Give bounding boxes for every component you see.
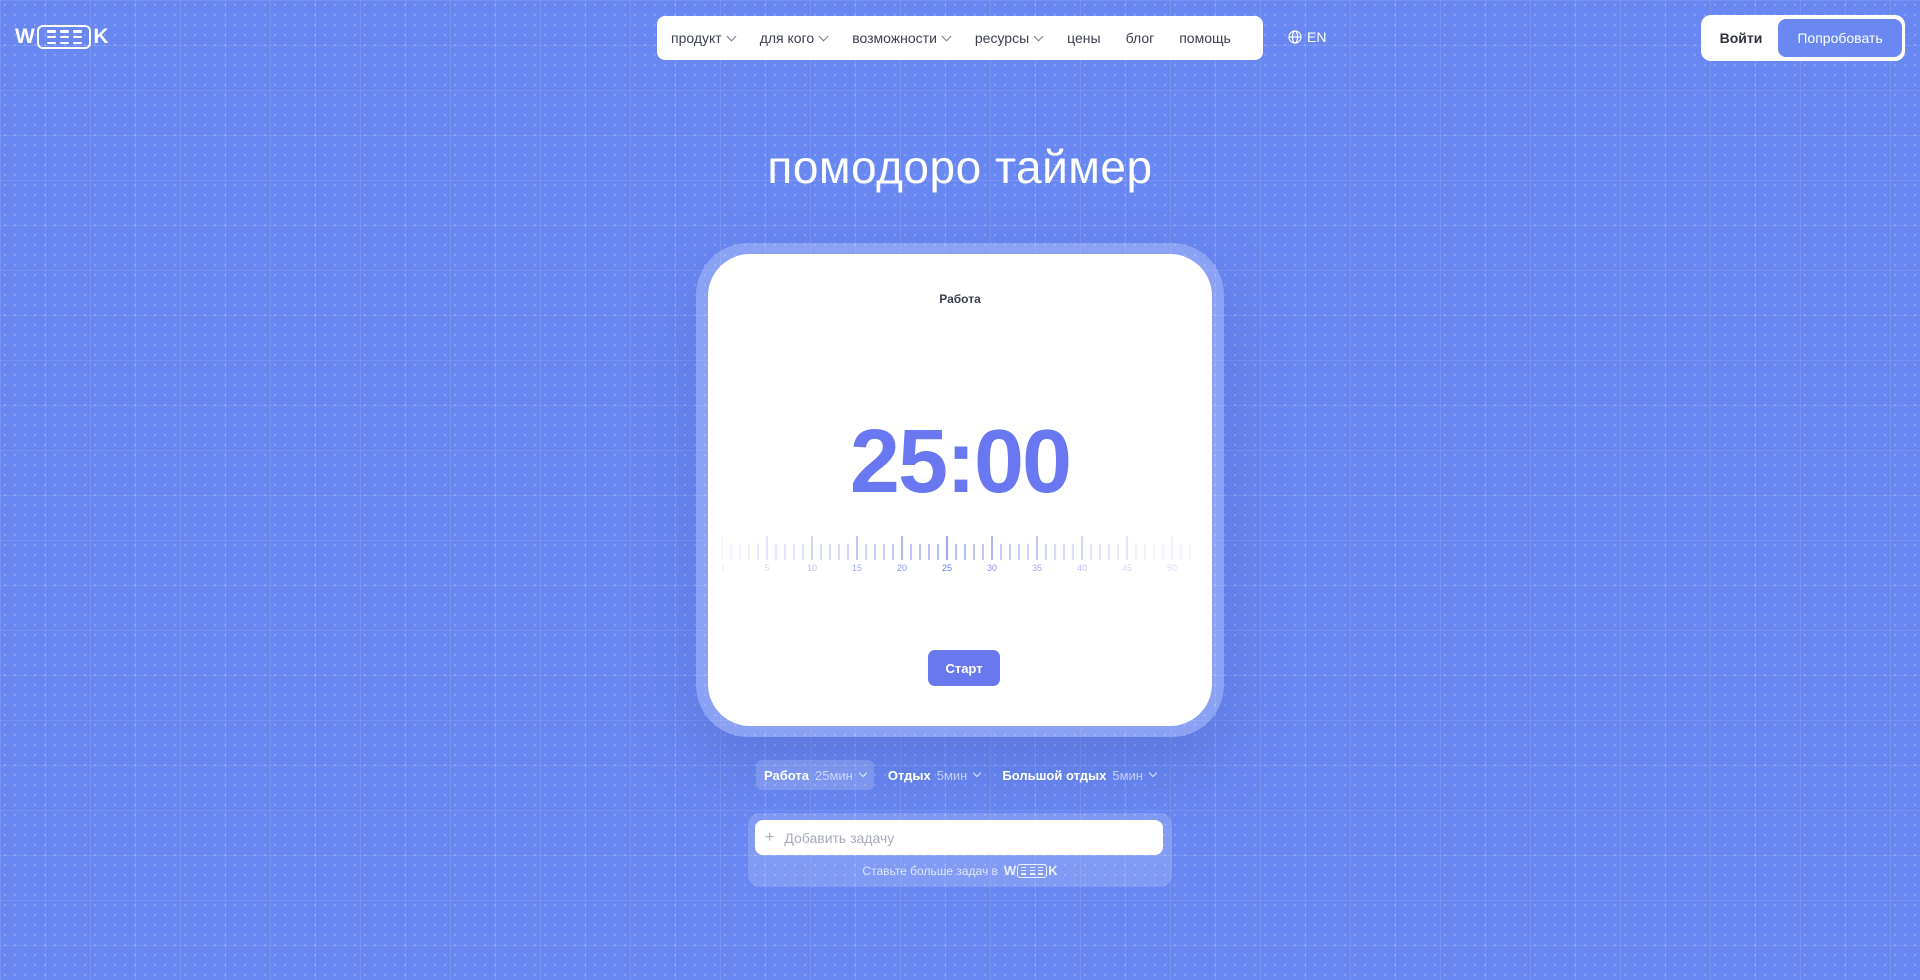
- setting-rest[interactable]: Отдых 5мин: [880, 760, 989, 790]
- nav-item-label: помощь: [1179, 30, 1231, 46]
- chevron-down-icon: [818, 31, 829, 41]
- ruler-label: 0: [722, 563, 725, 573]
- logo-mark-icon: [37, 25, 92, 49]
- timer-card-frame: Работа 25:00 0 5 10 15 20 25 30 35 40 45 50 Старт: [696, 243, 1224, 737]
- nav-item-label: цены: [1067, 30, 1101, 46]
- mini-logo-letter-k: K: [1048, 863, 1058, 878]
- ruler-label: 25: [942, 563, 952, 573]
- plus-icon: +: [765, 828, 775, 846]
- setting-value: 5мин: [936, 767, 968, 783]
- weeek-logo[interactable]: W K: [15, 25, 109, 49]
- nav-item-label: возможности: [852, 30, 937, 46]
- promo-text: Ставьте больше задач в: [862, 863, 998, 878]
- promo-line[interactable]: Ставьте больше задач в W K: [748, 863, 1172, 878]
- weeek-mini-logo: W K: [1004, 863, 1058, 878]
- start-button[interactable]: Старт: [928, 650, 1000, 686]
- chevron-down-icon: [1033, 31, 1044, 41]
- timer-mode-label: Работа: [939, 292, 981, 306]
- add-task-input[interactable]: [784, 829, 1125, 846]
- mini-logo-letter-w: W: [1003, 863, 1017, 878]
- nav-item-product[interactable]: продукт: [671, 30, 747, 46]
- nav-item-label: ресурсы: [974, 30, 1030, 46]
- timer-card: Работа 25:00 0 5 10 15 20 25 30 35 40 45 50 Старт: [708, 254, 1212, 726]
- page-title: помодоро таймер: [767, 141, 1153, 193]
- timer-settings: Работа 25мин Отдых 5мин Большой отдых 5м…: [0, 760, 1920, 790]
- nav-item-resources[interactable]: ресурсы: [975, 30, 1054, 46]
- main-nav: продукт для кого возможности ресурсы цен…: [657, 16, 1263, 60]
- ruler-label: 20: [897, 563, 907, 573]
- language-label: EN: [1307, 29, 1327, 45]
- chevron-down-icon: [1148, 768, 1158, 778]
- ruler-label: 15: [852, 563, 862, 573]
- language-switcher[interactable]: EN: [1288, 29, 1326, 45]
- setting-long-rest[interactable]: Большой отдых 5мин: [994, 760, 1164, 790]
- ruler-label: 45: [1122, 563, 1132, 573]
- setting-name: Отдых: [887, 767, 931, 783]
- globe-icon: [1288, 30, 1302, 44]
- ruler-label: 40: [1077, 563, 1087, 573]
- ruler-label: 10: [807, 563, 817, 573]
- chevron-down-icon: [973, 768, 982, 778]
- nav-item-label: для кого: [759, 30, 815, 46]
- auth-box: Войти Попробовать: [1701, 15, 1905, 61]
- nav-item-prices[interactable]: цены: [1067, 30, 1112, 46]
- task-box: + Ставьте больше задач в W K: [748, 813, 1172, 887]
- nav-item-features[interactable]: возможности: [852, 30, 962, 46]
- nav-item-help[interactable]: помощь: [1179, 30, 1243, 46]
- chevron-down-icon: [858, 768, 868, 778]
- logo-letter-w: W: [15, 25, 36, 48]
- nav-item-blog[interactable]: блог: [1126, 30, 1167, 46]
- ruler-label: 50: [1167, 563, 1177, 573]
- nav-item-for-whom[interactable]: для кого: [760, 30, 839, 46]
- timer-display: 25:00: [849, 412, 1072, 512]
- ruler-label: 5: [764, 563, 769, 573]
- minutes-ruler[interactable]: 0 5 10 15 20 25 30 35 40 45 50: [722, 534, 1198, 574]
- setting-name: Работа: [764, 767, 809, 783]
- setting-value: 25мин: [815, 767, 853, 783]
- login-button[interactable]: Войти: [1704, 30, 1778, 46]
- chevron-down-icon: [941, 31, 952, 41]
- setting-work[interactable]: Работа 25мин: [756, 760, 874, 790]
- nav-item-label: блог: [1125, 30, 1155, 46]
- chevron-down-icon: [726, 31, 737, 41]
- ruler-label: 35: [1032, 563, 1042, 573]
- setting-value: 5мин: [1112, 767, 1143, 783]
- ruler-label: 30: [987, 563, 997, 573]
- add-task-field[interactable]: +: [755, 820, 1163, 855]
- page-background: W K продукт для кого возможности ресурсы…: [0, 0, 1920, 980]
- setting-name: Большой отдых: [1002, 767, 1107, 783]
- try-button[interactable]: Попробовать: [1778, 19, 1902, 57]
- logo-letter-k: K: [93, 25, 109, 48]
- nav-item-label: продукт: [671, 30, 722, 46]
- mini-logo-mark-icon: [1017, 863, 1048, 878]
